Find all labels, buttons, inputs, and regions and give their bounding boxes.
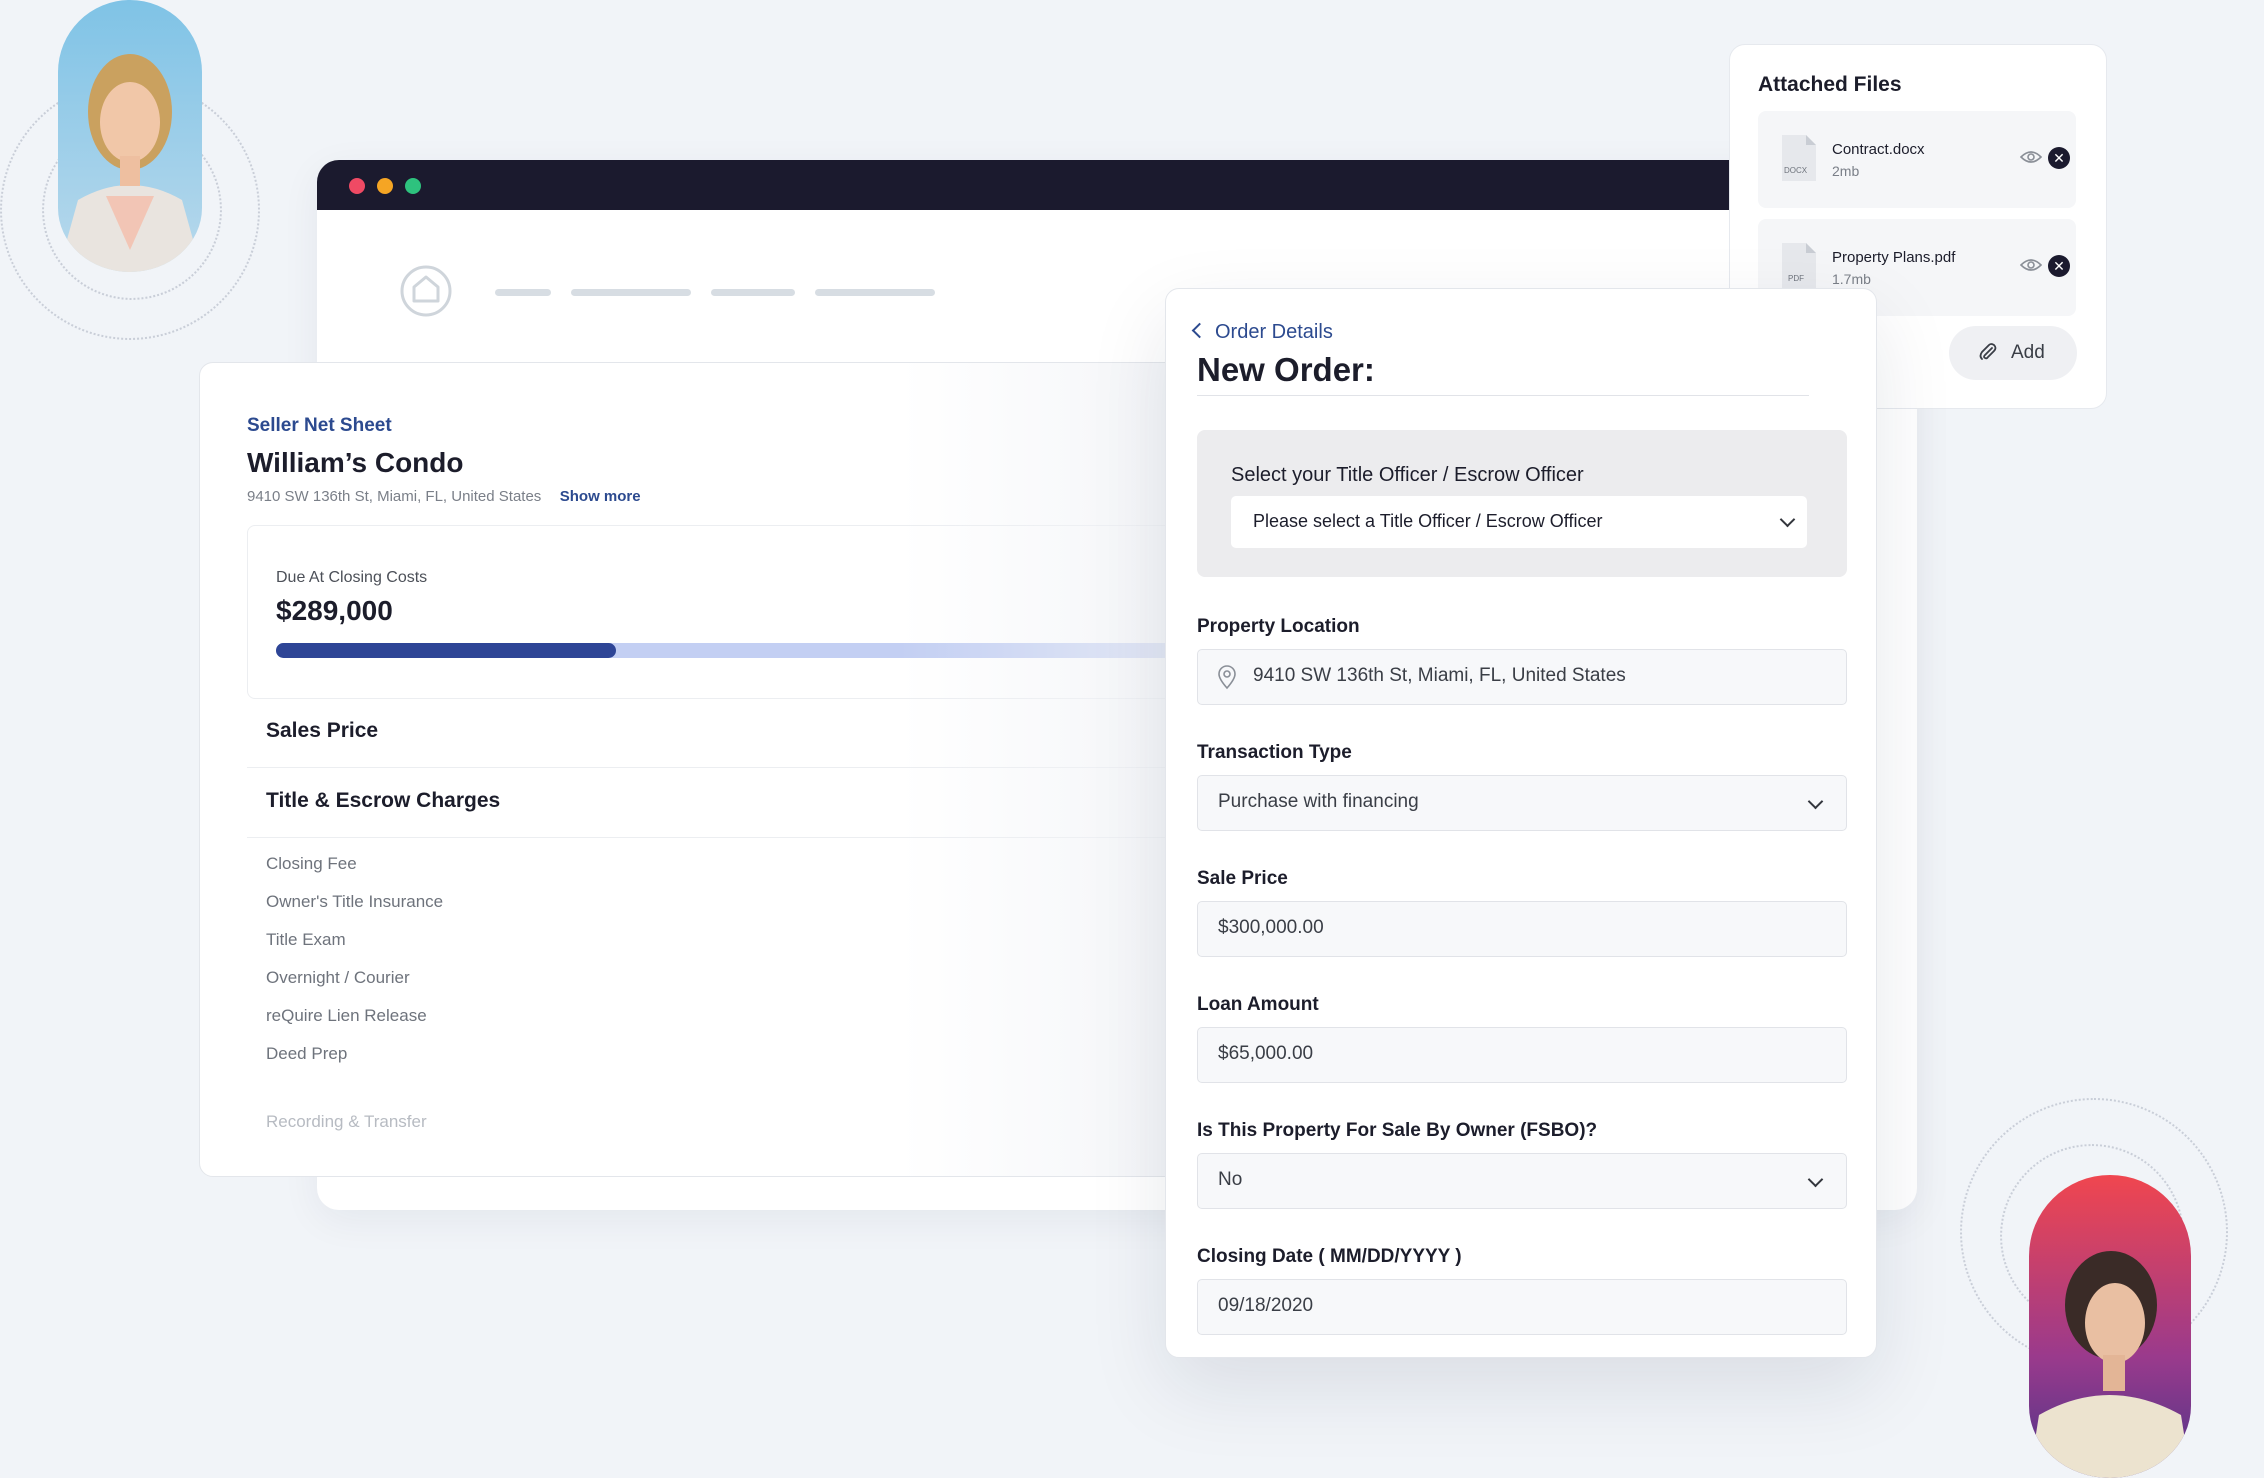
charge-item: reQuire Lien Release bbox=[266, 1006, 427, 1025]
back-link-label: Order Details bbox=[1215, 321, 1333, 343]
transaction-type-value: Purchase with financing bbox=[1218, 791, 1419, 812]
seller-net-sheet-card: Seller Net Sheet William’s Condo 9410 SW… bbox=[199, 362, 1221, 1177]
loan-amount-label: Loan Amount bbox=[1197, 994, 1319, 1015]
add-file-label: Add bbox=[2011, 342, 2045, 363]
map-pin-icon bbox=[1218, 665, 1236, 690]
file-type-label: PDF bbox=[1788, 274, 1804, 283]
file-icon: PDF bbox=[1782, 243, 1816, 289]
property-title: William’s Condo bbox=[247, 447, 464, 478]
nav-placeholder bbox=[495, 289, 551, 296]
file-size: 2mb bbox=[1832, 163, 1860, 179]
nav-placeholder bbox=[571, 289, 691, 296]
window-minimize-dot[interactable] bbox=[377, 178, 393, 194]
file-name: Property Plans.pdf bbox=[1832, 249, 1956, 266]
officer-select[interactable]: Please select a Title Officer / Escrow O… bbox=[1231, 496, 1807, 548]
property-location-input[interactable]: 9410 SW 136th St, Miami, FL, United Stat… bbox=[1197, 649, 1847, 705]
charge-item: Closing Fee bbox=[266, 854, 357, 873]
officer-label: Select your Title Officer / Escrow Offic… bbox=[1231, 464, 1584, 486]
section-title: Title & Escrow Charges bbox=[266, 789, 501, 812]
add-file-button[interactable]: Add bbox=[1949, 326, 2077, 380]
eye-icon[interactable] bbox=[2020, 149, 2042, 165]
show-more-link[interactable]: Show more bbox=[560, 488, 641, 505]
officer-select-panel: Select your Title Officer / Escrow Offic… bbox=[1197, 430, 1847, 577]
transaction-type-select[interactable]: Purchase with financing bbox=[1197, 775, 1847, 831]
charge-item: Deed Prep bbox=[266, 1044, 348, 1063]
closing-date-value: 09/18/2020 bbox=[1218, 1295, 1314, 1316]
window-close-dot[interactable] bbox=[349, 178, 365, 194]
loan-amount-input[interactable]: $65,000.00 bbox=[1197, 1027, 1847, 1083]
sale-price-input[interactable]: $300,000.00 bbox=[1197, 901, 1847, 957]
charge-item: Overnight / Courier bbox=[266, 968, 410, 987]
fsbo-label: Is This Property For Sale By Owner (FSBO… bbox=[1197, 1120, 1598, 1141]
officer-select-value: Please select a Title Officer / Escrow O… bbox=[1253, 511, 1603, 531]
eye-icon[interactable] bbox=[2020, 257, 2042, 273]
closing-date-label: Closing Date ( MM/DD/YYYY ) bbox=[1197, 1246, 1462, 1267]
attached-files-title: Attached Files bbox=[1758, 73, 1902, 96]
nav-placeholder bbox=[711, 289, 795, 296]
property-address: 9410 SW 136th St, Miami, FL, United Stat… bbox=[247, 488, 542, 505]
chevron-down-icon bbox=[1807, 1171, 1824, 1188]
window-title-bar bbox=[317, 160, 1917, 210]
close-icon[interactable]: ✕ bbox=[2048, 255, 2070, 277]
fsbo-value: No bbox=[1218, 1169, 1243, 1190]
file-name: Contract.docx bbox=[1832, 141, 1925, 158]
paperclip-icon bbox=[1979, 343, 1997, 360]
person-avatar-icon bbox=[58, 0, 202, 272]
chevron-left-icon bbox=[1191, 322, 1208, 339]
window-maximize-dot[interactable] bbox=[405, 178, 421, 194]
person-avatar-icon bbox=[2029, 1175, 2191, 1478]
address-line: 9410 SW 136th St, Miami, FL, United Stat… bbox=[247, 488, 641, 506]
loan-amount-value: $65,000.00 bbox=[1218, 1043, 1314, 1064]
section-title: Sales Price bbox=[266, 719, 379, 742]
closing-progress-fill bbox=[276, 643, 616, 658]
house-logo-icon bbox=[400, 265, 452, 317]
sale-price-label: Sale Price bbox=[1197, 868, 1288, 889]
close-icon[interactable]: ✕ bbox=[2048, 147, 2070, 169]
property-location-value: 9410 SW 136th St, Miami, FL, United Stat… bbox=[1253, 665, 1626, 686]
net-sheet-eyebrow: Seller Net Sheet bbox=[247, 415, 392, 436]
file-type-label: DOCX bbox=[1784, 166, 1808, 175]
new-order-card: Order Details New Order: Select your Tit… bbox=[1165, 288, 1877, 1358]
closing-costs-label: Due At Closing Costs bbox=[276, 569, 428, 586]
order-details-back-link[interactable]: Order Details bbox=[1191, 321, 1333, 344]
transaction-type-label: Transaction Type bbox=[1197, 742, 1352, 763]
nav-placeholder bbox=[815, 289, 935, 296]
person-avatar-bottom-right bbox=[2029, 1175, 2191, 1478]
file-size: 1.7mb bbox=[1832, 271, 1871, 287]
closing-date-input[interactable]: 09/18/2020 bbox=[1197, 1279, 1847, 1335]
charge-item-faded: Recording & Transfer bbox=[266, 1112, 427, 1131]
sale-price-value: $300,000.00 bbox=[1218, 917, 1324, 938]
chevron-down-icon bbox=[1779, 511, 1796, 528]
chevron-down-icon bbox=[1807, 793, 1824, 810]
page-title: New Order: bbox=[1197, 351, 1375, 388]
file-icon: DOCX bbox=[1782, 135, 1816, 181]
property-location-label: Property Location bbox=[1197, 616, 1360, 637]
charge-item: Title Exam bbox=[266, 930, 346, 949]
closing-costs-value: $289,000 bbox=[276, 595, 393, 626]
file-row[interactable]: DOCX Contract.docx 2mb ✕ bbox=[1758, 111, 2076, 208]
fsbo-select[interactable]: No bbox=[1197, 1153, 1847, 1209]
charge-item: Owner's Title Insurance bbox=[266, 892, 444, 911]
person-avatar-top-left bbox=[58, 0, 202, 272]
title-divider bbox=[1197, 395, 1809, 396]
